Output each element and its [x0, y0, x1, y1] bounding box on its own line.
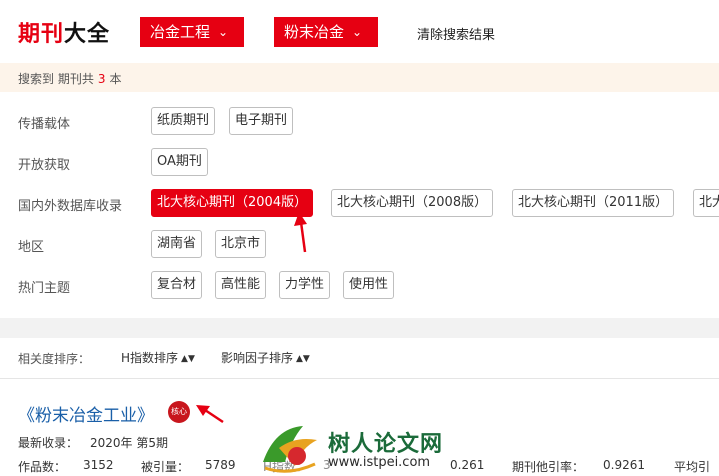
- sort-bar: 相关度排序： H指数排序 ▲▼ 影响因子排序 ▲▼: [0, 338, 719, 376]
- filter-row-region: 地区 湖南省 北京市: [0, 230, 719, 260]
- result-summary-text: 搜索到 期刊共 3 本: [18, 70, 121, 87]
- chevron-down-icon: ⌄: [352, 25, 363, 39]
- divider-line: [0, 378, 719, 379]
- sort-h-index[interactable]: H指数排序 ▲▼: [121, 349, 195, 366]
- result-suffix: 本: [109, 72, 122, 86]
- filter-label: 国内外数据库收录: [18, 199, 123, 214]
- filter-tag-pku-2011[interactable]: 北大核心期刊（2011版）: [512, 189, 675, 217]
- watermark-title: 树人论文网: [328, 432, 444, 457]
- category-dropdown[interactable]: 冶金工程 ⌄: [140, 17, 244, 47]
- latest-issue: 最新收录： 2020年 第5期: [18, 434, 168, 451]
- section-divider: [0, 318, 719, 338]
- sort-impact-factor-label: 影响因子排序: [221, 351, 294, 365]
- chevron-down-icon: ⌄: [218, 25, 229, 39]
- filter-panel: 传播载体 纸质期刊 电子期刊 开放获取 OA期刊 国内外数据库收录 北大核心期刊…: [0, 92, 719, 310]
- header: 期刊大全 冶金工程 ⌄ 粉末冶金 ⌄ 清除搜索结果: [0, 0, 719, 62]
- sort-impact-factor[interactable]: 影响因子排序 ▲▼: [221, 349, 310, 366]
- latest-issue-value: 2020年 第5期: [90, 436, 169, 450]
- filter-row-database: 国内外数据库收录 北大核心期刊（2004版） 北大核心期刊（2008版） 北大核…: [0, 189, 719, 219]
- filter-label: 开放获取: [18, 158, 71, 173]
- core-badge: 核心: [168, 401, 190, 423]
- sort-arrows-icon: ▲▼: [181, 354, 195, 364]
- sort-h-index-label: H指数排序: [121, 351, 179, 365]
- filter-row-topics: 热门主题 复合材 高性能 力学性 使用性: [0, 271, 719, 301]
- filter-label: 传播载体: [18, 117, 71, 132]
- filter-tag-composite[interactable]: 复合材: [151, 271, 203, 299]
- watermark: 树人论文网 www.istpei.com: [255, 418, 475, 476]
- subcategory-dropdown[interactable]: 粉末冶金 ⌄: [274, 17, 378, 47]
- filter-tag-mechanical[interactable]: 力学性: [279, 271, 331, 299]
- filter-tag-paper[interactable]: 纸质期刊: [151, 107, 216, 135]
- filter-tag-electronic[interactable]: 电子期刊: [229, 107, 294, 135]
- result-count: 3: [97, 72, 106, 86]
- works-value: 3152: [83, 458, 114, 472]
- filter-tag-usability[interactable]: 使用性: [343, 271, 395, 299]
- watermark-logo-icon: [263, 426, 317, 473]
- works-label: 作品数：: [18, 460, 67, 474]
- latest-issue-label: 最新收录：: [18, 436, 79, 450]
- filter-tag-hunan[interactable]: 湖南省: [151, 230, 203, 258]
- annotation-arrow-icon: [196, 405, 224, 424]
- category-dropdown-label: 冶金工程: [150, 23, 211, 41]
- site-logo[interactable]: 期刊大全: [18, 16, 110, 48]
- sort-relevance[interactable]: 相关度排序：: [18, 350, 90, 367]
- logo-text-red: 期刊: [18, 22, 65, 47]
- result-prefix: 搜索到 期刊共: [18, 72, 94, 86]
- subcategory-dropdown-label: 粉末冶金: [284, 23, 345, 41]
- annotation-arrow-icon: [294, 212, 307, 253]
- filter-tag-pku-2008[interactable]: 北大核心期刊（2008版）: [331, 189, 494, 217]
- filter-tag-beijing[interactable]: 北京市: [215, 230, 267, 258]
- filter-tag-pku-2004[interactable]: 北大核心期刊（2004版）: [151, 189, 314, 217]
- sort-arrows-icon: ▲▼: [296, 354, 310, 364]
- watermark-url: www.istpei.com: [328, 455, 431, 470]
- filter-row-media: 传播载体 纸质期刊 电子期刊: [0, 107, 719, 137]
- result-summary-bar: 搜索到 期刊共 3 本: [0, 63, 719, 92]
- cited-label: 被引量：: [141, 460, 190, 474]
- logo-text-black: 大全: [64, 22, 111, 47]
- filter-row-open-access: 开放获取 OA期刊: [0, 148, 719, 178]
- other-cite-value: 0.9261: [603, 458, 645, 472]
- filter-label: 地区: [18, 240, 45, 255]
- other-cite-label: 期刊他引率：: [512, 460, 585, 474]
- cited-value: 5789: [205, 458, 236, 472]
- filter-tag-high-performance[interactable]: 高性能: [215, 271, 267, 299]
- filter-tag-pku-more[interactable]: 北大: [693, 189, 719, 217]
- filter-tag-oa[interactable]: OA期刊: [151, 148, 208, 176]
- journal-title-link[interactable]: 《粉末冶金工业》: [18, 401, 154, 426]
- clear-search-link[interactable]: 清除搜索结果: [417, 24, 495, 43]
- filter-label: 热门主题: [18, 281, 71, 296]
- avg-cite-label: 平均引: [674, 460, 711, 474]
